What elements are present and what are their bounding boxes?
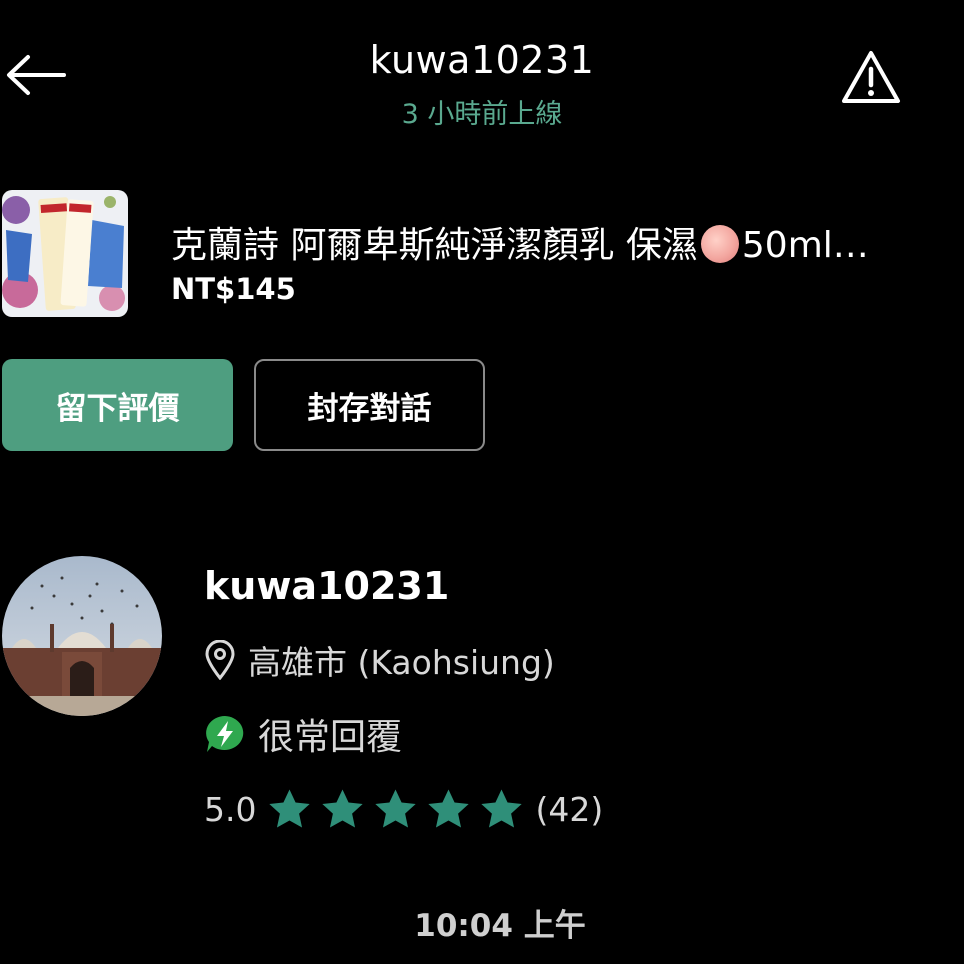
product-thumbnail[interactable]: [2, 190, 128, 317]
star-icon: [481, 789, 523, 828]
avatar[interactable]: [2, 556, 162, 716]
leave-review-button[interactable]: 留下評價: [2, 359, 233, 451]
seller-location: 高雄市 (Kaohsiung): [204, 636, 555, 684]
report-button[interactable]: [836, 42, 906, 112]
rating-value: 5.0: [204, 790, 257, 829]
reply-status-text: 很常回覆: [258, 717, 403, 758]
peach-emoji-icon: [700, 225, 739, 263]
warning-triangle-icon: [842, 51, 900, 103]
star-icon: [322, 789, 364, 828]
reply-status: 很常回覆: [204, 708, 402, 760]
location-text: 高雄市 (Kaohsiung): [248, 643, 555, 682]
listing-title[interactable]: 克蘭詩 阿爾卑斯純淨潔顏乳 保濕 50ml…: [171, 216, 951, 268]
seller-name[interactable]: kuwa10231: [204, 564, 449, 608]
location-pin-icon: [205, 640, 235, 680]
rating-stars: [266, 786, 525, 833]
online-status: 3 小時前上線: [401, 99, 563, 130]
message-timestamp: 10:04 上午: [414, 908, 586, 944]
listing-price: NT$145: [171, 272, 296, 306]
listing-title-text: 克蘭詩 阿爾卑斯純淨潔顏乳 保濕: [171, 225, 698, 266]
listing-title-suffix: 50ml…: [741, 225, 869, 266]
star-icon: [269, 789, 311, 828]
lightning-chat-icon: [206, 716, 244, 752]
page-title: kuwa10231: [369, 38, 595, 82]
star-icon: [428, 789, 470, 828]
star-icon: [375, 789, 417, 828]
review-count: (42): [535, 790, 604, 829]
seller-rating[interactable]: 5.0 (42): [204, 786, 603, 833]
archive-chat-button[interactable]: 封存對話: [254, 359, 485, 451]
